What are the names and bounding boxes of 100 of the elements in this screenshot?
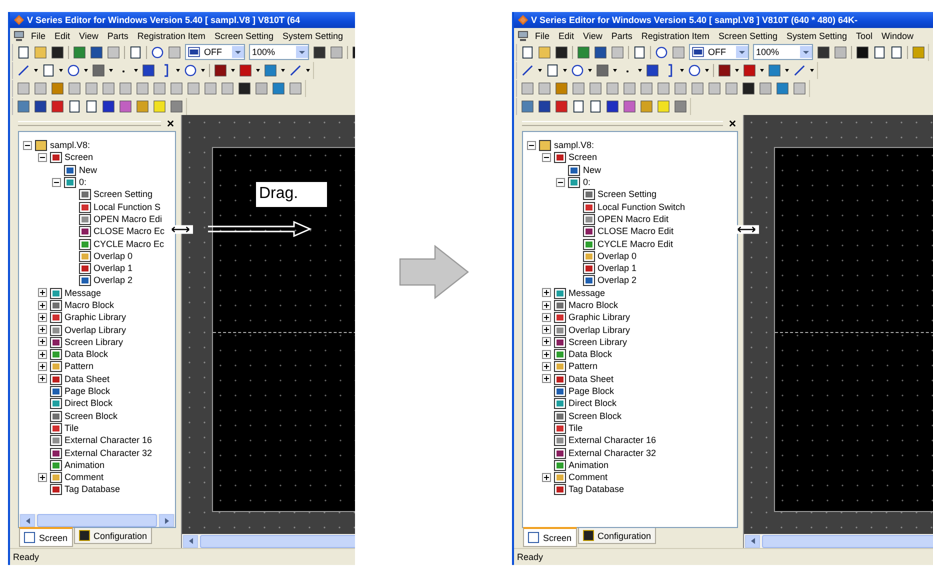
panel-tab[interactable]: Screen [19, 527, 73, 547]
caret-icon[interactable] [760, 68, 764, 72]
expand-toggle[interactable] [542, 337, 550, 346]
expand-toggle[interactable] [542, 374, 550, 384]
dropdown[interactable]: 100% [753, 44, 813, 60]
panel-tab[interactable]: Screen [523, 527, 577, 547]
collapse-toggle[interactable] [52, 178, 61, 187]
collapse-toggle[interactable] [542, 152, 550, 162]
tree-item[interactable]: Macro Block [64, 300, 114, 310]
tree-item[interactable]: Overlap 2 [598, 275, 637, 286]
caret-icon[interactable] [201, 68, 205, 72]
tree-item[interactable]: Comment [64, 472, 104, 482]
expand-toggle[interactable] [542, 288, 550, 298]
tree-item[interactable]: Overlap 1 [598, 263, 637, 274]
tree-item[interactable]: CYCLE Macro Edit [598, 238, 674, 249]
expand-toggle[interactable] [38, 300, 46, 310]
expand-toggle[interactable] [38, 288, 46, 298]
tree-item[interactable]: Screen Library [64, 336, 124, 347]
tree-item[interactable]: Graphic Library [64, 312, 126, 322]
tree-item[interactable]: Tile [64, 422, 79, 433]
caret-icon[interactable] [613, 68, 617, 72]
tree-item[interactable]: Comment [568, 472, 608, 482]
dropdown[interactable]: OFF [185, 44, 245, 60]
tree-item[interactable]: Data Block [568, 349, 612, 360]
menu-item[interactable]: File [535, 30, 550, 40]
expand-toggle[interactable] [542, 472, 550, 482]
horizontal-scrollbar[interactable] [182, 534, 355, 548]
tree-item[interactable]: Screen Setting [94, 189, 153, 200]
expand-toggle[interactable] [542, 312, 550, 322]
dropdown[interactable]: OFF [689, 44, 749, 60]
menu-item[interactable]: Window [882, 30, 914, 40]
menu-item[interactable]: Tool [856, 30, 873, 40]
tree-item[interactable]: 0: [79, 177, 87, 188]
tree-item[interactable]: New [79, 164, 98, 175]
tree-item[interactable]: Macro Block [568, 300, 618, 310]
tree-item[interactable]: Overlap Library [64, 324, 126, 335]
expand-toggle[interactable] [38, 374, 46, 384]
tree-item[interactable]: Message [64, 288, 102, 298]
tree-item[interactable]: Screen Setting [598, 189, 657, 200]
tree-item[interactable]: Pattern [64, 361, 94, 372]
tree-item[interactable]: Animation [568, 460, 609, 470]
caret-icon[interactable] [134, 68, 138, 72]
tree-item[interactable]: Tag Database [568, 484, 624, 494]
tree-item[interactable]: Screen [568, 152, 598, 162]
expand-toggle[interactable] [542, 325, 550, 334]
caret-icon[interactable] [705, 68, 709, 72]
caret-icon[interactable] [231, 68, 235, 72]
caret-icon[interactable] [538, 68, 542, 72]
tree-item[interactable]: Page Block [64, 386, 110, 396]
caret-icon[interactable] [34, 68, 38, 72]
tree-item[interactable]: sampl.V8: [50, 140, 90, 150]
menu-item[interactable]: Screen Setting [214, 30, 274, 40]
expand-toggle[interactable] [38, 350, 46, 359]
tree-item[interactable]: Overlap 0 [598, 250, 637, 261]
tree-item[interactable]: 0: [583, 177, 591, 188]
tree-item[interactable]: External Character 16 [64, 435, 152, 446]
expand-toggle[interactable] [542, 300, 550, 310]
rectangle-icon[interactable] [546, 64, 559, 76]
dropdown[interactable]: 100% [249, 44, 309, 60]
tree-item[interactable]: Data Sheet [568, 374, 614, 384]
menu-item[interactable]: File [31, 30, 46, 40]
tree-item[interactable]: Direct Block [568, 398, 617, 408]
caret-icon[interactable] [588, 68, 592, 72]
menu-item[interactable]: Parts [107, 30, 128, 40]
tree-item[interactable]: External Character 32 [64, 448, 152, 458]
menu-item[interactable]: System Setting [786, 30, 848, 40]
menu-item[interactable]: View [583, 30, 602, 40]
tree-item[interactable]: Page Block [568, 386, 614, 396]
tree-item[interactable]: Overlap 2 [94, 275, 133, 286]
collapse-toggle[interactable] [38, 152, 46, 162]
caret-icon[interactable] [109, 68, 113, 72]
tree-item[interactable]: Direct Block [64, 398, 113, 408]
tree-item[interactable]: CLOSE Macro Ec [94, 226, 165, 236]
close-icon[interactable] [167, 120, 174, 126]
line-icon[interactable] [289, 64, 302, 76]
tree-item[interactable]: Overlap 1 [94, 263, 133, 274]
menu-item[interactable]: Registration Item [137, 30, 206, 40]
circle-icon[interactable] [67, 64, 80, 76]
tree-item[interactable]: Screen Block [568, 410, 622, 421]
tree-item[interactable]: Message [568, 288, 606, 298]
line-icon[interactable] [17, 64, 30, 76]
close-icon[interactable] [729, 120, 736, 126]
tree-item[interactable]: Screen Library [568, 336, 628, 347]
menu-item[interactable]: System Setting [282, 30, 344, 40]
caret-icon[interactable] [281, 68, 285, 72]
caret-icon[interactable] [810, 68, 814, 72]
caret-icon[interactable] [785, 68, 789, 72]
tree-item[interactable]: CLOSE Macro Edit [598, 226, 674, 236]
tree-item[interactable]: New [583, 164, 602, 175]
line-icon[interactable] [793, 64, 806, 76]
collapse-toggle[interactable] [527, 140, 536, 150]
tree-item[interactable]: Data Block [64, 349, 108, 360]
expand-toggle[interactable] [38, 362, 46, 371]
tree-item[interactable]: External Character 32 [568, 448, 656, 458]
tree-item[interactable]: CYCLE Macro Ec [94, 238, 164, 249]
expand-toggle[interactable] [38, 312, 46, 322]
tree-item[interactable]: Tag Database [64, 484, 120, 494]
menu-item[interactable]: Edit [558, 30, 574, 40]
tree-item[interactable]: sampl.V8: [554, 140, 594, 150]
caret-icon[interactable] [563, 68, 567, 72]
